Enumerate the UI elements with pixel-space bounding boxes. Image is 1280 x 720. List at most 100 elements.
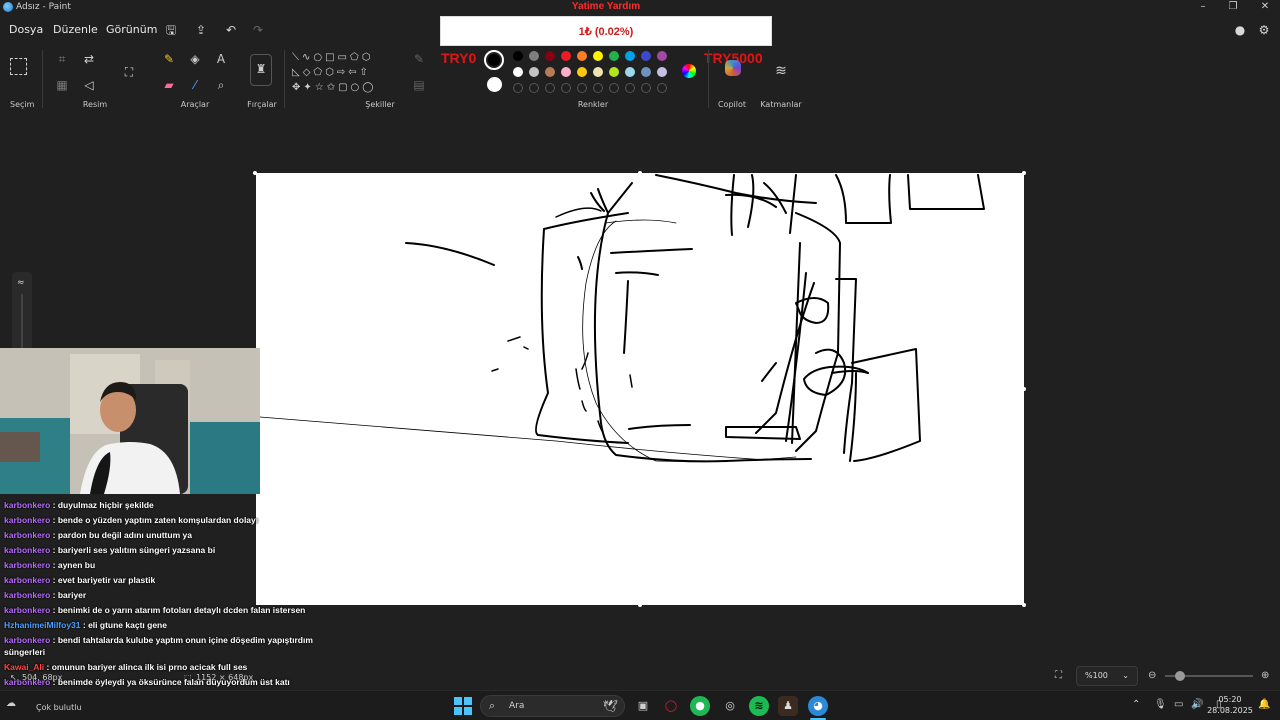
resize-handle[interactable] (638, 603, 642, 607)
primary-color[interactable] (484, 50, 504, 70)
chat-username[interactable]: karbonkero (4, 575, 50, 585)
color-swatch[interactable] (657, 67, 667, 77)
menu-file[interactable]: Dosya (9, 23, 43, 36)
drawing-canvas[interactable] (256, 173, 1024, 605)
zoom-slider-thumb[interactable] (1175, 671, 1185, 681)
brush-selector-button[interactable]: ♜ (250, 54, 272, 86)
save-icon[interactable]: 🖫 (163, 22, 179, 38)
custom-color-slot[interactable] (545, 83, 555, 93)
resize-handle[interactable] (1022, 387, 1026, 391)
resize-handle[interactable] (1022, 171, 1026, 175)
color-swatch[interactable] (561, 51, 571, 61)
account-icon[interactable]: ● (1232, 22, 1248, 38)
custom-color-slot[interactable] (609, 83, 619, 93)
resize-icon[interactable]: ⇄ (80, 50, 98, 68)
color-swatch[interactable] (593, 51, 603, 61)
opera-icon[interactable]: ◯ (661, 696, 681, 716)
custom-color-slot[interactable] (641, 83, 651, 93)
fill-icon[interactable]: ▤ (410, 76, 428, 94)
notification-icon[interactable]: 🔔 (1258, 699, 1270, 710)
game-icon[interactable]: ♟ (778, 696, 798, 716)
start-button[interactable] (454, 697, 472, 715)
rotate-icon[interactable]: ◁ (80, 76, 98, 94)
color-swatch[interactable] (657, 51, 667, 61)
color-swatch[interactable] (577, 51, 587, 61)
fill-bucket-icon[interactable]: ◈ (186, 50, 204, 68)
color-swatch[interactable] (641, 67, 651, 77)
image-select-icon[interactable]: ⛶ (120, 63, 138, 81)
color-swatch[interactable] (593, 67, 603, 77)
selection-tool-icon[interactable] (10, 58, 27, 75)
color-swatch[interactable] (641, 51, 651, 61)
chevron-up-icon[interactable]: ⌃ (1132, 699, 1140, 710)
chat-username[interactable]: Kawai_Ali (4, 662, 44, 672)
custom-color-slot[interactable] (593, 83, 603, 93)
magnifier-icon[interactable]: ⌕ (212, 76, 230, 94)
chat-username[interactable]: HzhanimeiMilfoy31 (4, 620, 81, 630)
resize-handle[interactable] (1022, 603, 1026, 607)
zoom-out-icon[interactable]: ⊖ (1148, 670, 1156, 681)
chat-username[interactable]: karbonkero (4, 590, 50, 600)
shapes-gallery[interactable]: ⟍∿○□▭⬠⬡ ◺◇⬠⬡⇨⇦⇧ ✥✦☆✩▢○◯ (292, 50, 400, 96)
custom-color-slot[interactable] (657, 83, 667, 93)
weather-widget[interactable]: ☁ Çok bulutlu (4, 695, 84, 717)
zoom-in-icon[interactable]: ⊕ (1261, 670, 1269, 681)
color-swatch[interactable] (625, 67, 635, 77)
chat-username[interactable]: karbonkero (4, 530, 50, 540)
chat-username[interactable]: karbonkero (4, 500, 50, 510)
menu-view[interactable]: Görünüm (106, 23, 157, 36)
clock[interactable]: 05:20 28.08.2025 (1205, 694, 1255, 716)
settings-gear-icon[interactable]: ⚙ (1256, 22, 1272, 38)
pencil-icon[interactable]: ✎ (160, 50, 178, 68)
fit-to-window-icon[interactable]: ⛶ (1055, 670, 1062, 681)
resize-handle[interactable] (253, 171, 257, 175)
whatsapp-icon[interactable]: ● (690, 696, 710, 716)
color-swatch[interactable] (625, 51, 635, 61)
spotify-icon[interactable]: ≋ (749, 696, 769, 716)
brush-size-slider[interactable]: ≈ (12, 272, 32, 352)
copilot-icon[interactable] (725, 60, 741, 76)
zoom-select[interactable]: %100 ⌄ (1076, 666, 1138, 686)
flip-icon[interactable]: ▦ (53, 76, 71, 94)
custom-color-slot[interactable] (577, 83, 587, 93)
menu-edit[interactable]: Düzenle (53, 23, 98, 36)
color-swatch[interactable] (529, 67, 539, 77)
color-swatch[interactable] (545, 67, 555, 77)
close-button[interactable]: ✕ (1250, 0, 1280, 14)
undo-icon[interactable]: ↶ (223, 22, 239, 38)
network-icon[interactable]: ▭ (1174, 699, 1183, 710)
color-wheel-icon[interactable] (682, 64, 696, 78)
resize-handle[interactable] (638, 171, 642, 175)
color-swatch[interactable] (545, 51, 555, 61)
chat-username[interactable]: karbonkero (4, 635, 50, 645)
custom-color-slot[interactable] (513, 83, 523, 93)
zoom-slider[interactable] (1165, 671, 1253, 681)
app-icon[interactable]: ◎ (720, 696, 740, 716)
text-icon[interactable]: A (212, 50, 230, 68)
custom-color-slot[interactable] (561, 83, 571, 93)
color-swatch[interactable] (577, 67, 587, 77)
maximize-button[interactable]: ❐ (1218, 0, 1248, 14)
microphone-icon[interactable]: 🎙 (1154, 699, 1167, 710)
taskbar-search[interactable]: ⌕ Ara 🕊 (480, 695, 625, 717)
color-swatch[interactable] (513, 51, 523, 61)
chat-username[interactable]: karbonkero (4, 560, 50, 570)
redo-icon[interactable]: ↷ (250, 22, 266, 38)
paint-taskbar-icon[interactable]: ◕ (808, 696, 828, 716)
eraser-icon[interactable]: ▰ (160, 76, 178, 94)
custom-color-slot[interactable] (625, 83, 635, 93)
share-icon[interactable]: ⇪ (193, 22, 209, 38)
crop-icon[interactable]: ⌗ (53, 50, 71, 68)
task-view-icon[interactable]: ▣ (633, 696, 653, 716)
color-swatch[interactable] (609, 67, 619, 77)
color-swatch[interactable] (513, 67, 523, 77)
volume-icon[interactable]: 🔊 (1191, 699, 1203, 710)
color-picker-icon[interactable]: ⁄ (186, 76, 204, 94)
chat-username[interactable]: karbonkero (4, 605, 50, 615)
color-swatch[interactable] (561, 67, 571, 77)
outline-icon[interactable]: ✎ (410, 50, 428, 68)
custom-color-slot[interactable] (529, 83, 539, 93)
secondary-color[interactable] (487, 77, 502, 92)
color-swatch[interactable] (609, 51, 619, 61)
chat-username[interactable]: karbonkero (4, 545, 50, 555)
